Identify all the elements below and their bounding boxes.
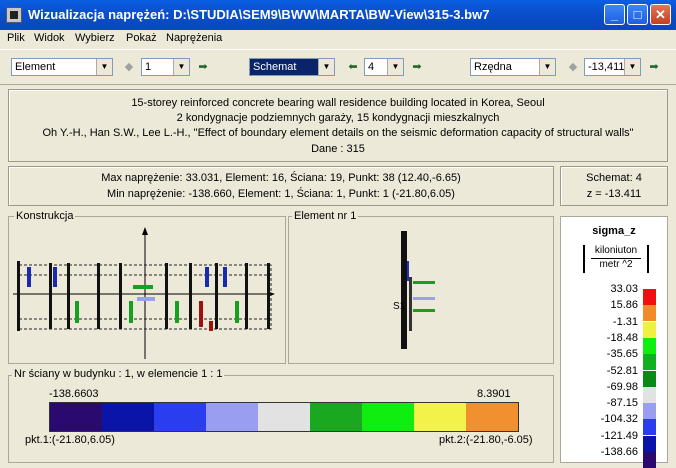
legend-swatch <box>643 289 656 305</box>
legend-value: -138.66 <box>600 446 638 458</box>
chevron-down-icon: ▼ <box>387 59 403 75</box>
element-drawing <box>401 231 435 349</box>
stress-info-panel: Max naprężenie: 33.031, Element: 16, Ści… <box>8 166 554 206</box>
wall-bar-segment <box>362 403 414 431</box>
project-info-panel: 15-storey reinforced concrete bearing wa… <box>8 89 668 162</box>
legend-swatch <box>643 419 656 436</box>
legend-swatch <box>643 452 656 468</box>
legend-title: sigma_z <box>592 225 636 237</box>
element-number-select[interactable]: 1 ▼ <box>141 58 190 76</box>
wall-stress-color-bar <box>49 402 519 432</box>
app-icon <box>6 7 22 23</box>
chevron-down-icon: ▼ <box>96 59 112 75</box>
menu-widok[interactable]: Widok <box>34 32 65 44</box>
next-schemat-button[interactable]: ➡ <box>408 58 426 76</box>
schemat-number-select[interactable]: 4 ▼ <box>364 58 404 76</box>
chevron-down-icon: ▼ <box>539 59 555 75</box>
maximize-button[interactable]: □ <box>627 4 648 25</box>
menu-bar: Plik Widok Wybierz Pokaż Naprężenia <box>0 30 676 48</box>
legend-swatch <box>643 435 656 452</box>
legend-swatch <box>643 370 656 387</box>
element-view-label: Element nr 1 <box>292 210 359 222</box>
point-1-label: pkt.1:(-21.80,6.05) <box>25 434 115 446</box>
chevron-down-icon: ▼ <box>173 59 189 75</box>
wall-stress-panel: -138.6603 8.3901 pkt.1:(-21.80,6.05) pkt… <box>8 375 554 463</box>
window-title: Wizualizacja naprężeń: D:\STUDIA\SEM9\BW… <box>28 7 490 22</box>
legend-swatch <box>643 386 656 403</box>
legend-swatch <box>643 337 656 354</box>
legend-value: -121.49 <box>600 429 638 442</box>
menu-naprezenia[interactable]: Naprężenia <box>166 32 222 44</box>
wall-bar-segment <box>50 403 102 431</box>
legend-unit-top: kiloniuton <box>594 245 638 256</box>
wall-min-value: -138.6603 <box>49 388 99 400</box>
rzedna-select[interactable]: Rzędna ▼ <box>470 58 556 76</box>
title-bar: Wizualizacja naprężeń: D:\STUDIA\SEM9\BW… <box>0 0 676 30</box>
element-marker-label: S1 <box>393 301 406 312</box>
wall-max-value: 8.3901 <box>477 388 511 400</box>
wall-bar-segment <box>102 403 154 431</box>
wall-bar-segment <box>310 403 362 431</box>
legend-swatch <box>643 354 656 371</box>
prev-schemat-button[interactable]: ⬅ <box>344 58 362 76</box>
wall-bar-segment <box>466 403 518 431</box>
z-level-text: z = -13.411 <box>586 188 642 200</box>
structure-plan-drawing <box>13 227 275 359</box>
next-rzedna-button[interactable]: ➡ <box>645 58 663 76</box>
legend-value: 15.86 <box>610 299 638 312</box>
legend-swatch <box>643 321 656 338</box>
legend-value: 33.03 <box>610 283 638 295</box>
legend-value: -69.98 <box>606 380 638 393</box>
structure-view[interactable] <box>8 216 286 364</box>
legend-value: -52.81 <box>606 364 638 377</box>
menu-wybierz[interactable]: Wybierz <box>75 32 115 44</box>
structure-view-label: Konstrukcja <box>14 210 76 222</box>
legend-value: -1.31 <box>612 315 638 328</box>
max-stress-text: Max naprężenie: 33.031, Element: 16, Ści… <box>101 172 461 184</box>
chevron-down-icon: ▼ <box>318 59 334 75</box>
legend-value: -104.32 <box>600 413 638 426</box>
close-button[interactable]: ✕ <box>650 4 671 25</box>
legend-swatch <box>643 305 656 322</box>
prev-rzedna-button[interactable]: ◆ <box>564 58 582 76</box>
menu-plik[interactable]: Plik <box>7 32 25 44</box>
legend-value: -35.65 <box>606 348 638 361</box>
next-element-button[interactable]: ➡ <box>194 58 212 76</box>
wall-bar-segment <box>206 403 258 431</box>
schemat-select[interactable]: Schemat ▼ <box>249 58 335 76</box>
project-description: 15-storey reinforced concrete bearing wa… <box>131 97 545 109</box>
min-stress-text: Min naprężenie: -138.660, Element: 1, Śc… <box>107 188 455 200</box>
element-view[interactable]: S1 <box>288 216 554 364</box>
menu-pokaz[interactable]: Pokaż <box>126 32 157 44</box>
wall-bar-segment <box>258 403 310 431</box>
legend-value: -18.48 <box>606 331 638 344</box>
prev-element-button[interactable]: ◆ <box>120 58 138 76</box>
project-reference: Oh Y.-H., Han S.W., Lee L.-H., "Effect o… <box>42 127 634 139</box>
legend-value: -87.15 <box>606 397 638 410</box>
legend-unit-bottom: metr ^2 <box>599 259 633 270</box>
legend-unit-bracket: kiloniuton metr ^2 <box>583 245 649 273</box>
project-data-id: Dane : 315 <box>311 143 365 155</box>
project-floors: 2 kondygnacje podziemnych garaży, 15 kon… <box>176 112 500 124</box>
schemat-text: Schemat: 4 <box>586 172 642 184</box>
schemat-info-panel: Schemat: 4 z = -13.411 <box>560 166 668 206</box>
element-type-select[interactable]: Element ▼ <box>11 58 113 76</box>
point-2-label: pkt.2:(-21.80,-6.05) <box>439 434 533 446</box>
wall-bar-segment <box>414 403 466 431</box>
wall-info-label: Nr ściany w budynku : 1, w elemencie 1 :… <box>12 368 225 380</box>
minimize-button[interactable]: _ <box>604 4 625 25</box>
wall-bar-segment <box>154 403 206 431</box>
rzedna-value-select[interactable]: -13,411 ▼ <box>584 58 641 76</box>
chevron-down-icon: ▼ <box>624 59 640 75</box>
legend-swatch <box>643 403 656 420</box>
